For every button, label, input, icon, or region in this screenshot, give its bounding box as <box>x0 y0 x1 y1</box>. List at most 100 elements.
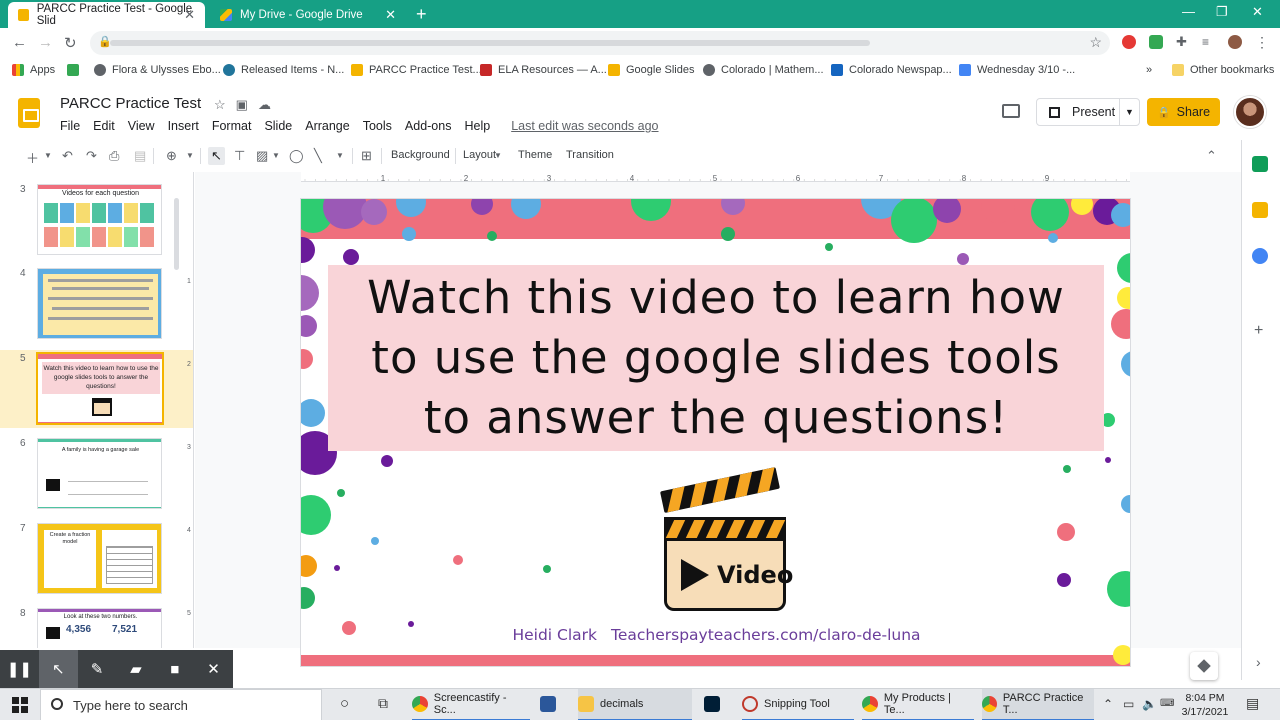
bookmark-colorado-math[interactable]: Colorado | Mathem... <box>703 64 824 76</box>
taskbar-app-screencastify[interactable]: Screencastify - Sc... <box>412 689 530 720</box>
cursor-icon[interactable]: ↖ <box>38 650 78 688</box>
tab-my-drive[interactable]: My Drive - Google Drive ✕ <box>210 2 406 28</box>
explore-icon[interactable] <box>1190 652 1218 680</box>
chevron-down-icon[interactable]: ▼ <box>336 151 344 160</box>
taskbar-app-parcc[interactable]: PARCC Practice T... <box>982 689 1094 720</box>
reading-list-icon[interactable]: ≡ <box>1202 35 1216 49</box>
close-window-icon[interactable]: ✕ <box>1252 4 1263 20</box>
print-icon[interactable]: ⎙ <box>109 148 119 164</box>
close-icon[interactable]: ✕ <box>184 7 195 23</box>
zoom-icon[interactable]: ⊕ <box>166 148 177 164</box>
transition-button[interactable]: Transition <box>566 149 614 161</box>
close-icon[interactable]: ✕ <box>385 7 396 23</box>
new-tab-icon[interactable]: + <box>416 4 427 25</box>
slide-thumbnail-6[interactable]: A family is having a garage sale <box>37 438 162 509</box>
taskbar-app-photoshop[interactable] <box>704 689 734 720</box>
address-bar[interactable]: 🔒 ☆ <box>90 31 1110 55</box>
slides-logo-icon[interactable] <box>18 98 40 128</box>
paint-format-icon[interactable]: ▤ <box>134 148 146 164</box>
taskbar-app-decimals[interactable]: decimals <box>578 689 692 720</box>
theme-button[interactable]: Theme <box>518 149 552 161</box>
bookmark-flora[interactable]: Flora & Ulysses Ebo... <box>94 64 221 76</box>
bookmark-released-items[interactable]: Released Items - N... <box>223 64 344 76</box>
cortana-icon[interactable]: ○ <box>340 695 349 712</box>
input-language-icon[interactable]: ⌨ <box>1160 698 1174 709</box>
layout-button[interactable]: Layout <box>463 149 496 161</box>
filmstrip-scrollbar[interactable] <box>174 198 179 270</box>
bookmark-colorado-newspaper[interactable]: Colorado Newspap... <box>831 64 952 76</box>
taskbar-clock[interactable]: 8:04 PM 3/17/2021 <box>1180 691 1230 719</box>
add-addon-icon[interactable]: + <box>1254 322 1263 340</box>
back-icon[interactable]: ← <box>12 34 27 51</box>
keep-icon[interactable] <box>1252 202 1268 218</box>
chevron-right-icon[interactable]: › <box>1256 654 1261 670</box>
sheets-addon-icon[interactable] <box>1252 156 1268 172</box>
current-slide[interactable]: Watch this video to learn how to use the… <box>300 198 1131 667</box>
menu-add-ons[interactable]: Add-ons <box>405 119 452 133</box>
share-button[interactable]: 🔒 Share <box>1147 98 1220 126</box>
profile-avatar-icon[interactable] <box>1228 35 1242 49</box>
slide-thumbnail-7[interactable]: Create a fraction model <box>37 523 162 594</box>
bookmark-apps[interactable]: Apps <box>12 64 55 76</box>
bookmarks-more[interactable]: » <box>1146 64 1152 76</box>
tab-parcc-slides[interactable]: PARCC Practice Test - Google Slid ✕ <box>8 2 205 28</box>
menu-insert[interactable]: Insert <box>168 119 199 133</box>
collapse-toolbar-icon[interactable]: ⌃ <box>1206 148 1217 164</box>
chevron-down-icon[interactable]: ▼ <box>44 151 52 160</box>
taskbar-app-snipping-tool[interactable]: Snipping Tool <box>742 689 854 720</box>
last-edit-link[interactable]: Last edit was seconds ago <box>511 119 658 133</box>
menu-slide[interactable]: Slide <box>264 119 292 133</box>
tasks-icon[interactable] <box>1252 248 1268 264</box>
document-title[interactable]: PARCC Practice Test <box>60 95 201 112</box>
bookmark-ela[interactable]: ELA Resources — A... <box>480 64 607 76</box>
forward-icon[interactable]: → <box>38 34 53 51</box>
maximize-icon[interactable]: ❐ <box>1216 4 1228 20</box>
close-icon[interactable]: ✕ <box>194 650 233 688</box>
slide-thumbnail-3[interactable]: Videos for each question <box>37 184 162 255</box>
slide-thumbnail-5[interactable]: Watch this video to learn how to use the… <box>36 352 164 425</box>
tray-overflow-icon[interactable]: ⌃ <box>1103 697 1113 711</box>
undo-icon[interactable]: ↶ <box>62 148 73 164</box>
chevron-down-icon[interactable]: ▼ <box>272 151 280 160</box>
notifications-icon[interactable]: ▤ <box>1246 695 1259 712</box>
move-folder-icon[interactable]: ▣ <box>236 97 258 112</box>
extension-record-icon[interactable] <box>1122 35 1136 49</box>
chevron-down-icon[interactable]: ▼ <box>186 151 194 160</box>
image-icon[interactable]: ▨ <box>256 148 268 164</box>
extensions-puzzle-icon[interactable]: ✚ <box>1176 35 1190 49</box>
slide-title-box[interactable]: Watch this video to learn how to use the… <box>328 265 1104 451</box>
bookmark-parcc[interactable]: PARCC Practice Test... <box>351 64 482 76</box>
redo-icon[interactable]: ↷ <box>86 148 97 164</box>
extension-green-icon[interactable] <box>1149 35 1163 49</box>
new-slide-icon[interactable]: ＋ <box>26 148 39 167</box>
vertical-ruler[interactable]: 1 2 3 4 5 <box>185 198 193 668</box>
comment-history-icon[interactable] <box>1002 104 1020 118</box>
slide-thumbnail-8[interactable]: Look at these two numbers. 4,356 7,521 <box>37 608 162 648</box>
account-avatar[interactable] <box>1234 96 1266 128</box>
taskbar-app-word[interactable] <box>540 689 570 720</box>
shape-icon[interactable]: ◯ <box>289 148 304 164</box>
battery-icon[interactable]: ▭ <box>1123 697 1134 711</box>
bookmark-star-icon[interactable]: ☆ <box>1089 34 1102 51</box>
menu-edit[interactable]: Edit <box>93 119 115 133</box>
taskbar-search-input[interactable]: Type here to search <box>40 689 322 720</box>
bookmark-wednesday[interactable]: Wednesday 3/10 -... <box>959 64 1075 76</box>
add-comment-icon[interactable]: ⊞ <box>361 148 372 164</box>
background-button[interactable]: Background <box>391 149 450 161</box>
menu-help[interactable]: Help <box>464 119 490 133</box>
menu-format[interactable]: Format <box>212 119 252 133</box>
star-icon[interactable]: ☆ <box>214 97 236 112</box>
volume-icon[interactable]: 🔈 <box>1142 697 1157 711</box>
windows-start-icon[interactable] <box>12 697 28 713</box>
line-icon[interactable]: ╲ <box>314 148 322 164</box>
menu-arrange[interactable]: Arrange <box>305 119 349 133</box>
pause-icon[interactable]: ❚❚ <box>0 650 39 688</box>
select-arrow-icon[interactable]: ↖ <box>211 148 222 164</box>
menu-tools[interactable]: Tools <box>363 119 392 133</box>
webcam-icon[interactable]: ■ <box>155 650 194 688</box>
menu-file[interactable]: File <box>60 119 80 133</box>
slide-thumbnail-4[interactable] <box>37 268 162 339</box>
video-clapperboard-icon[interactable]: Video <box>659 465 793 613</box>
pen-icon[interactable]: ✎ <box>78 650 117 688</box>
bookmark-drive-link[interactable] <box>67 64 85 76</box>
